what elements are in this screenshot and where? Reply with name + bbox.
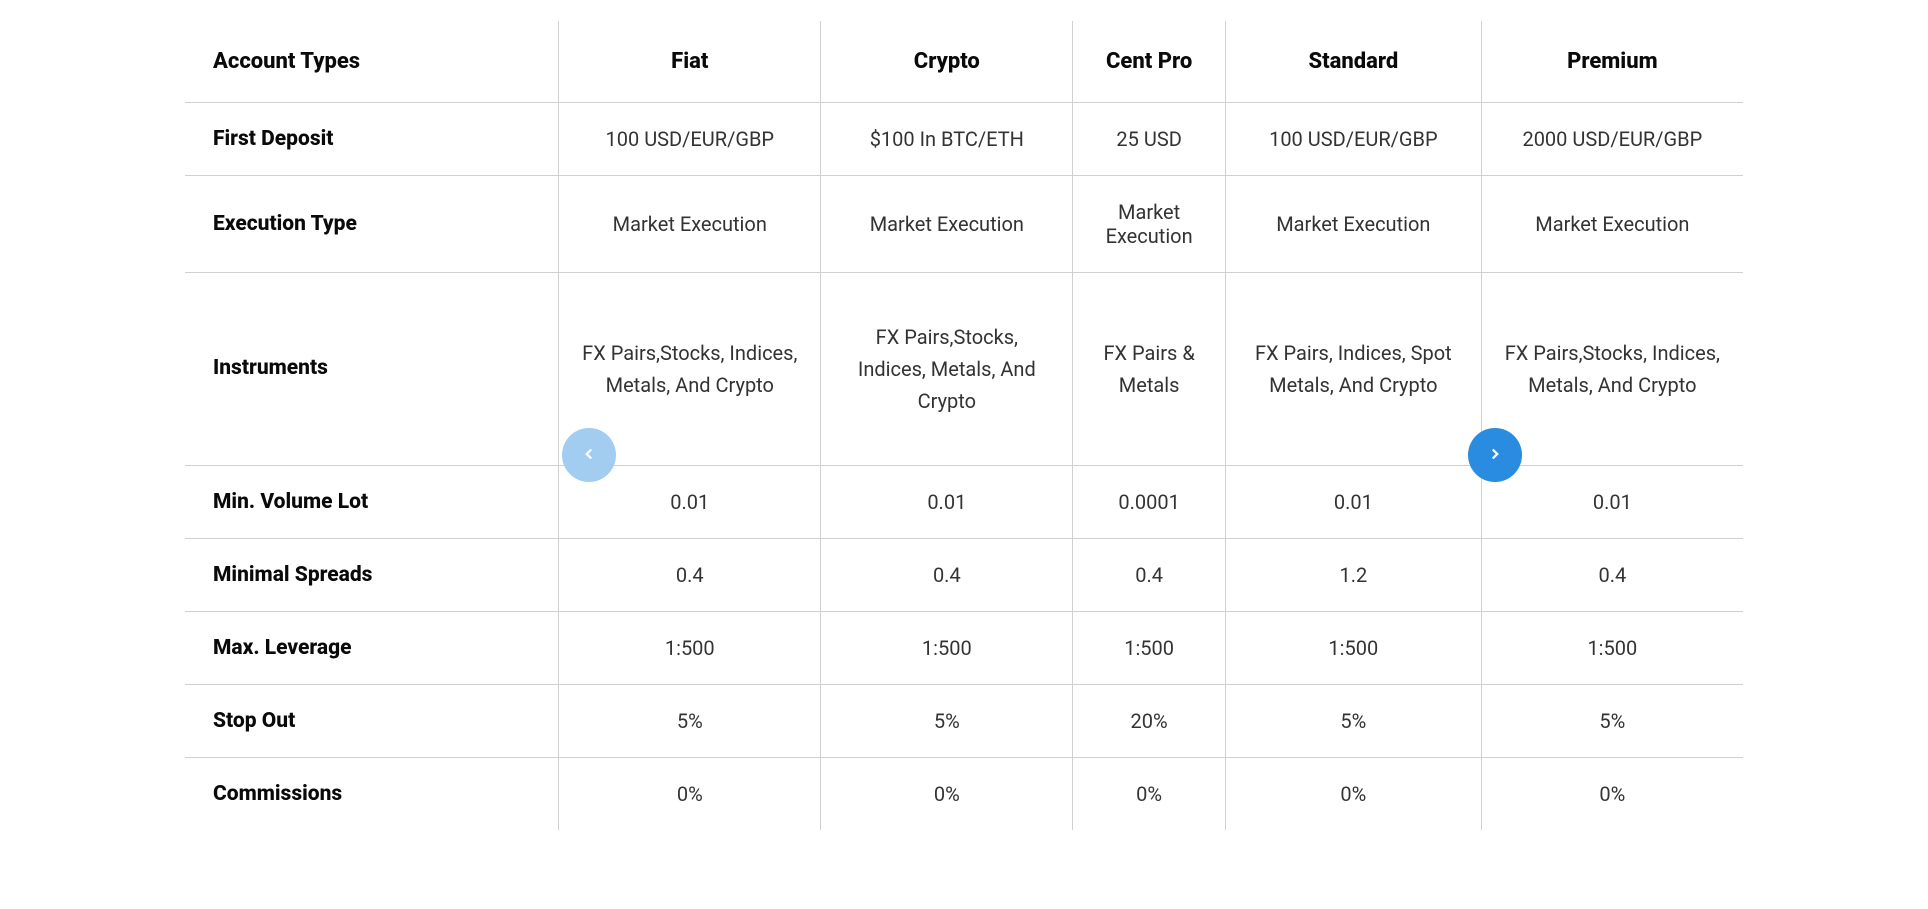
cell: 0.01	[1225, 466, 1481, 539]
column-header: Fiat	[559, 21, 821, 103]
cell: 0.4	[1073, 539, 1226, 612]
cell: FX Pairs,Stocks, Indices, Metals, And Cr…	[1481, 273, 1743, 466]
cell: $100 In BTC/ETH	[821, 103, 1073, 176]
cell: Market Execution	[559, 176, 821, 273]
column-header: Crypto	[821, 21, 1073, 103]
cell: FX Pairs, Indices, Spot Metals, And Cryp…	[1225, 273, 1481, 466]
column-header: Premium	[1481, 21, 1743, 103]
cell: 1:500	[559, 612, 821, 685]
chevron-left-icon	[580, 445, 598, 466]
row-label: First Deposit	[185, 103, 559, 176]
cell: 100 USD/EUR/GBP	[1225, 103, 1481, 176]
cell: 25 USD	[1073, 103, 1226, 176]
cell: 0%	[821, 758, 1073, 831]
cell: 0%	[1073, 758, 1226, 831]
cell: Market Execution	[1073, 176, 1226, 273]
cell: 0.4	[821, 539, 1073, 612]
row-label: Stop Out	[185, 685, 559, 758]
cell: 0%	[1481, 758, 1743, 831]
cell: 1:500	[821, 612, 1073, 685]
table-row: Stop Out 5% 5% 20% 5% 5%	[185, 685, 1744, 758]
cell: 5%	[821, 685, 1073, 758]
header-label-cell: Account Types	[185, 21, 559, 103]
cell: 5%	[559, 685, 821, 758]
cell: 0.0001	[1073, 466, 1226, 539]
cell: Market Execution	[821, 176, 1073, 273]
cell: 0.4	[559, 539, 821, 612]
column-header: Cent Pro	[1073, 21, 1226, 103]
account-types-table-wrapper: Account Types Fiat Crypto Cent Pro Stand…	[184, 20, 1744, 831]
row-label: Minimal Spreads	[185, 539, 559, 612]
chevron-right-icon	[1486, 445, 1504, 466]
cell: 0.01	[821, 466, 1073, 539]
cell: 5%	[1481, 685, 1743, 758]
cell: Market Execution	[1225, 176, 1481, 273]
table-row: First Deposit 100 USD/EUR/GBP $100 In BT…	[185, 103, 1744, 176]
account-types-table: Account Types Fiat Crypto Cent Pro Stand…	[184, 20, 1744, 831]
cell: 1:500	[1225, 612, 1481, 685]
cell: 2000 USD/EUR/GBP	[1481, 103, 1743, 176]
cell: 100 USD/EUR/GBP	[559, 103, 821, 176]
table-row: Commissions 0% 0% 0% 0% 0%	[185, 758, 1744, 831]
cell: 0.01	[1481, 466, 1743, 539]
column-header: Standard	[1225, 21, 1481, 103]
cell: 5%	[1225, 685, 1481, 758]
row-label: Execution Type	[185, 176, 559, 273]
cell: 0%	[1225, 758, 1481, 831]
table-header-row: Account Types Fiat Crypto Cent Pro Stand…	[185, 21, 1744, 103]
cell: 1:500	[1073, 612, 1226, 685]
cell: 0%	[559, 758, 821, 831]
row-label: Max. Leverage	[185, 612, 559, 685]
row-label: Commissions	[185, 758, 559, 831]
cell: FX Pairs & Metals	[1073, 273, 1226, 466]
row-label: Instruments	[185, 273, 559, 466]
row-label: Min. Volume Lot	[185, 466, 559, 539]
table-row: Execution Type Market Execution Market E…	[185, 176, 1744, 273]
cell: FX Pairs,Stocks, Indices, Metals, And Cr…	[821, 273, 1073, 466]
cell: 1:500	[1481, 612, 1743, 685]
cell: 1.2	[1225, 539, 1481, 612]
table-row: Minimal Spreads 0.4 0.4 0.4 1.2 0.4	[185, 539, 1744, 612]
prev-button[interactable]	[562, 428, 616, 482]
cell: 20%	[1073, 685, 1226, 758]
cell: Market Execution	[1481, 176, 1743, 273]
cell: 0.4	[1481, 539, 1743, 612]
next-button[interactable]	[1468, 428, 1522, 482]
table-row: Max. Leverage 1:500 1:500 1:500 1:500 1:…	[185, 612, 1744, 685]
